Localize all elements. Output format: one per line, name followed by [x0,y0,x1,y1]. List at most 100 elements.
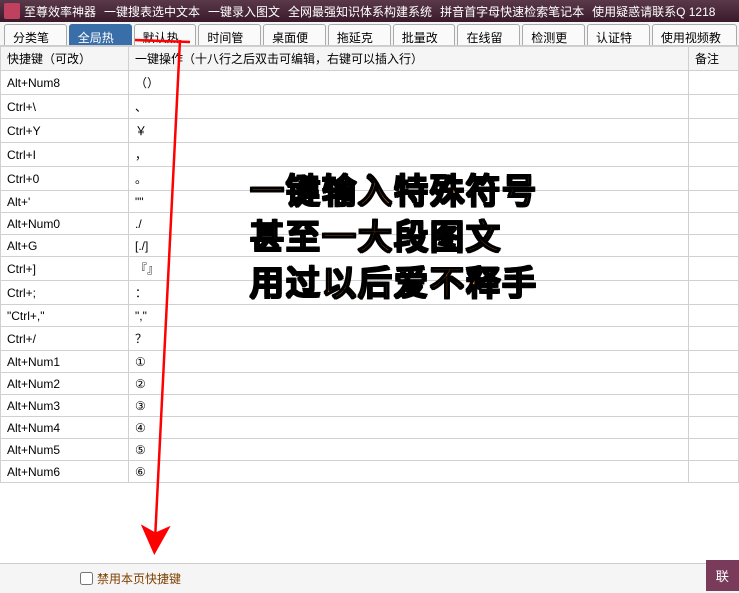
menu-item[interactable]: 拼音首字母快速检索笔记本 [440,3,584,20]
cell-action[interactable]: "," [129,305,689,327]
cell-remark[interactable] [689,395,739,417]
menu-item[interactable]: 一键录入图文 [208,3,280,20]
cell-hotkey[interactable]: Ctrl+\ [1,95,129,119]
cell-remark[interactable] [689,71,739,95]
table-row[interactable]: Alt+'"" [1,191,739,213]
tab-2[interactable]: 默认热键 [134,24,197,45]
col-remark[interactable]: 备注 [689,47,739,71]
cell-action[interactable]: ④ [129,417,689,439]
cell-remark[interactable] [689,191,739,213]
col-hotkey[interactable]: 快捷键（可改） [1,47,129,71]
tab-8[interactable]: 检测更新 [522,24,585,45]
table-row[interactable]: Alt+Num5⑤ [1,439,739,461]
cell-action[interactable]: ⑥ [129,461,689,483]
cell-remark[interactable] [689,281,739,305]
table-row[interactable]: Ctrl+I， [1,143,739,167]
table-row[interactable]: Alt+G[./] [1,235,739,257]
cell-action[interactable]: [./] [129,235,689,257]
cell-action[interactable]: ② [129,373,689,395]
table-row[interactable]: Alt+Num3③ [1,395,739,417]
cell-remark[interactable] [689,351,739,373]
cell-action[interactable]: ./ [129,213,689,235]
cell-hotkey[interactable]: Alt+' [1,191,129,213]
tab-0[interactable]: 分类笔记 [4,24,67,45]
cell-remark[interactable] [689,327,739,351]
table-row[interactable]: Alt+Num0./ [1,213,739,235]
table-row[interactable]: Ctrl+;： [1,281,739,305]
table-row[interactable]: Ctrl+Y￥ [1,119,739,143]
menu-item[interactable]: 全网最强知识体系构建系统 [288,3,432,20]
cell-hotkey[interactable]: Ctrl+; [1,281,129,305]
tab-4[interactable]: 桌面便笺 [263,24,326,45]
cell-action[interactable]: （） [129,71,689,95]
app-icon [4,3,20,19]
tab-7[interactable]: 在线留言 [457,24,520,45]
table-row[interactable]: "Ctrl+,""," [1,305,739,327]
disable-hotkeys-input[interactable] [80,572,93,585]
cell-hotkey[interactable]: Alt+Num5 [1,439,129,461]
table-row[interactable]: Ctrl+/？ [1,327,739,351]
cell-action[interactable]: ： [129,281,689,305]
disable-hotkeys-checkbox[interactable]: 禁用本页快捷键 [80,570,181,587]
cell-remark[interactable] [689,417,739,439]
menu-item[interactable]: 使用疑惑请联系Q 1218 [592,3,715,20]
hotkey-table: 快捷键（可改） 一键操作（十八行之后双击可编辑，右键可以插入行） 备注 Alt+… [0,46,739,483]
disable-hotkeys-label: 禁用本页快捷键 [97,570,181,587]
cell-action[interactable]: 、 [129,95,689,119]
table-row[interactable]: Alt+Num2② [1,373,739,395]
cell-hotkey[interactable]: Alt+Num1 [1,351,129,373]
cell-action[interactable]: ⑤ [129,439,689,461]
cell-remark[interactable] [689,119,739,143]
cell-remark[interactable] [689,373,739,395]
tab-6[interactable]: 批量改名 [393,24,456,45]
menu-item[interactable]: 一键搜表选中文本 [104,3,200,20]
cell-hotkey[interactable]: "Ctrl+," [1,305,129,327]
tab-3[interactable]: 时间管理 [198,24,261,45]
table-row[interactable]: Ctrl+]『』 [1,257,739,281]
cell-remark[interactable] [689,213,739,235]
menubar: 至尊效率神器 一键搜表选中文本 一键录入图文 全网最强知识体系构建系统 拼音首字… [0,0,739,22]
cell-hotkey[interactable]: Ctrl+0 [1,167,129,191]
table-row[interactable]: Alt+Num1① [1,351,739,373]
cell-action[interactable]: 。 [129,167,689,191]
cell-action[interactable]: ￥ [129,119,689,143]
col-action[interactable]: 一键操作（十八行之后双击可编辑，右键可以插入行） [129,47,689,71]
table-row[interactable]: Alt+Num8（） [1,71,739,95]
table-row[interactable]: Ctrl+\、 [1,95,739,119]
cell-hotkey[interactable]: Alt+G [1,235,129,257]
table-row[interactable]: Alt+Num4④ [1,417,739,439]
cell-hotkey[interactable]: Ctrl+] [1,257,129,281]
cell-hotkey[interactable]: Alt+Num2 [1,373,129,395]
table-row[interactable]: Alt+Num6⑥ [1,461,739,483]
cell-remark[interactable] [689,439,739,461]
cell-remark[interactable] [689,257,739,281]
cell-hotkey[interactable]: Ctrl+/ [1,327,129,351]
tab-bar: 分类笔记全局热键默认热键时间管理桌面便笺拖延克星批量改名在线留言检测更新认证特权… [0,22,739,46]
cell-action[interactable]: ？ [129,327,689,351]
cell-remark[interactable] [689,461,739,483]
cell-remark[interactable] [689,235,739,257]
cell-action[interactable]: ① [129,351,689,373]
cell-hotkey[interactable]: Ctrl+I [1,143,129,167]
cell-hotkey[interactable]: Alt+Num0 [1,213,129,235]
tab-1[interactable]: 全局热键 [69,24,132,45]
bottom-bar: 禁用本页快捷键 联 [0,563,739,593]
bottom-button[interactable]: 联 [706,560,739,591]
tab-10[interactable]: 使用视频教程 [652,24,737,45]
tab-9[interactable]: 认证特权 [587,24,650,45]
cell-action[interactable]: ， [129,143,689,167]
cell-action[interactable]: ③ [129,395,689,417]
cell-action[interactable]: 『』 [129,257,689,281]
cell-action[interactable]: "" [129,191,689,213]
cell-hotkey[interactable]: Alt+Num3 [1,395,129,417]
table-row[interactable]: Ctrl+0。 [1,167,739,191]
cell-hotkey[interactable]: Alt+Num6 [1,461,129,483]
tab-5[interactable]: 拖延克星 [328,24,391,45]
cell-hotkey[interactable]: Alt+Num4 [1,417,129,439]
cell-hotkey[interactable]: Alt+Num8 [1,71,129,95]
cell-remark[interactable] [689,167,739,191]
cell-hotkey[interactable]: Ctrl+Y [1,119,129,143]
cell-remark[interactable] [689,143,739,167]
cell-remark[interactable] [689,95,739,119]
cell-remark[interactable] [689,305,739,327]
